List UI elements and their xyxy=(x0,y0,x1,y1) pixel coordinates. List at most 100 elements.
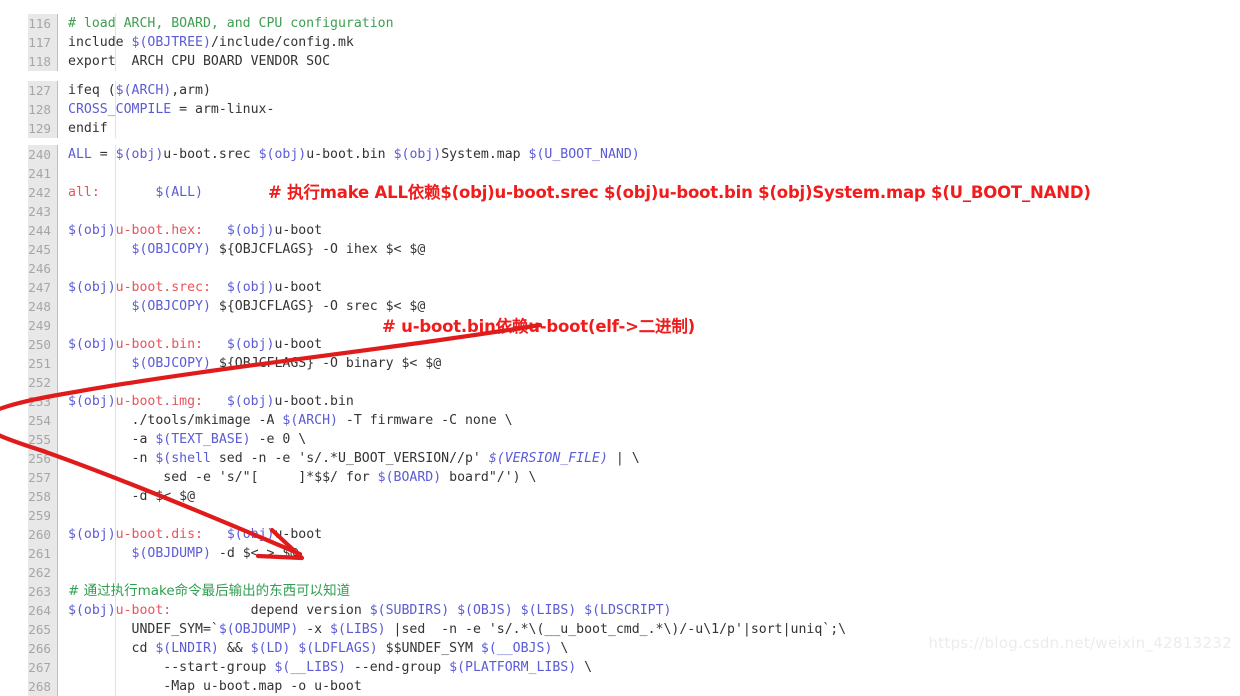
code-token: $(OBJDUMP) xyxy=(131,546,211,561)
line-number: 268 xyxy=(28,677,58,696)
code-token: $(obj) xyxy=(226,337,275,352)
line-number: 247 xyxy=(28,278,58,297)
code-token: : xyxy=(195,394,203,409)
code-token: $(obj) xyxy=(226,280,275,295)
code-token: ./tools/mkimage -A xyxy=(68,413,283,428)
code-token: UNDEF_SYM=` xyxy=(68,622,219,637)
code-token: $(shell xyxy=(155,451,211,466)
code-token: endif xyxy=(68,121,108,136)
code-token: $(obj) xyxy=(68,223,116,238)
code-text: UNDEF_SYM=`$(OBJDUMP) -x $(LIBS) |sed -n… xyxy=(58,620,847,639)
code-token: $(LIBS) xyxy=(520,603,577,618)
line-number: 254 xyxy=(28,411,58,430)
code-token: $(obj) xyxy=(258,147,307,162)
code-line: 252 xyxy=(28,373,846,392)
code-line: 259 xyxy=(28,506,846,525)
code-token: u-boot.bin xyxy=(274,394,354,409)
line-number: 263 xyxy=(28,582,58,601)
code-token: = arm-linux- xyxy=(171,102,275,117)
code-token: $(ALL) xyxy=(155,185,203,200)
code-token: \ xyxy=(552,641,569,656)
code-token: $(OBJCOPY) xyxy=(131,242,211,257)
code-text: $(obj)u-boot: depend version $(SUBDIRS) … xyxy=(58,601,846,620)
code-text: ifeq ($(ARCH),arm) xyxy=(58,81,274,100)
code-token: -e 0 \ xyxy=(250,432,307,447)
code-token: u-boot.dis xyxy=(115,527,196,542)
code-token: ${OBJCFLAGS} -O binary $< $@ xyxy=(210,356,442,371)
code-text: --start-group $(__LIBS) --end-group $(PL… xyxy=(58,658,846,677)
code-line: 267 --start-group $(__LIBS) --end-group … xyxy=(28,658,846,677)
code-token: $(VERSION_FILE) xyxy=(488,451,608,466)
code-line: 117 include $(OBJTREE)/include/config.mk xyxy=(28,33,394,52)
code-text: $(OBJCOPY) ${OBJCFLAGS} -O binary $< $@ xyxy=(58,354,846,373)
code-token: $(obj) xyxy=(68,337,116,352)
code-token: u-boot xyxy=(274,223,323,238)
code-block: 240 ALL = $(obj)u-boot.srec $(obj)u-boot.… xyxy=(28,145,846,696)
code-token: /include/config.mk xyxy=(210,35,354,50)
code-line: 250 $(obj)u-boot.bin: $(obj)u-boot xyxy=(28,335,846,354)
code-line: 268 -Map u-boot.map -o u-boot xyxy=(28,677,846,696)
code-text: $(obj)u-boot.dis: $(obj)u-boot xyxy=(58,525,846,544)
code-token: = xyxy=(91,147,116,162)
code-token: export ARCH CPU BOARD VENDOR SOC xyxy=(68,54,331,69)
code-token: $$UNDEF_SYM xyxy=(377,641,481,656)
line-number: 266 xyxy=(28,639,58,658)
line-number: 258 xyxy=(28,487,58,506)
code-token: u-boot.bin xyxy=(306,147,394,162)
code-token: u-boot xyxy=(115,603,164,618)
line-number: 250 xyxy=(28,335,58,354)
code-text: $(obj)u-boot.bin: $(obj)u-boot xyxy=(58,335,846,354)
line-number: 257 xyxy=(28,468,58,487)
line-number: 116 xyxy=(28,14,58,33)
code-token: u-boot.img xyxy=(115,394,196,409)
code-token: $(obj) xyxy=(226,223,275,238)
code-line: 247 $(obj)u-boot.srec: $(obj)u-boot xyxy=(28,278,846,297)
code-token: \ xyxy=(576,660,593,675)
line-number: 245 xyxy=(28,240,58,259)
code-token: $(obj) xyxy=(68,603,116,618)
code-token: System.map xyxy=(441,147,529,162)
code-line: 244 $(obj)u-boot.hex: $(obj)u-boot xyxy=(28,221,846,240)
line-number: 262 xyxy=(28,563,58,582)
code-text: # 通过执行make命令最后输出的东西可以知道 xyxy=(58,582,846,601)
code-token: ALL xyxy=(68,147,92,162)
code-token: -Map u-boot.map -o u-boot xyxy=(68,679,362,694)
code-line: 251 $(OBJCOPY) ${OBJCFLAGS} -O binary $<… xyxy=(28,354,846,373)
code-token: u-boot.srec xyxy=(115,280,203,295)
code-text: CROSS_COMPILE = arm-linux- xyxy=(58,100,274,119)
code-line: 118 export ARCH CPU BOARD VENDOR SOC xyxy=(28,52,394,71)
code-line: 258 -d $< $@ xyxy=(28,487,846,506)
code-rows: 240 ALL = $(obj)u-boot.srec $(obj)u-boot.… xyxy=(28,145,846,696)
code-text: endif xyxy=(58,119,274,138)
line-number: 252 xyxy=(28,373,58,392)
code-token: $(LNDIR) xyxy=(155,641,219,656)
code-token: $(obj) xyxy=(226,527,275,542)
code-line: 245 $(OBJCOPY) ${OBJCFLAGS} -O ihex $< $… xyxy=(28,240,846,259)
code-token: $(obj) xyxy=(68,280,116,295)
code-text: include $(OBJTREE)/include/config.mk xyxy=(58,33,394,52)
code-token: -d $< > $@ xyxy=(210,546,299,561)
indent-guide xyxy=(115,14,116,71)
indent-guide xyxy=(115,145,116,696)
code-token: $(OBJS) xyxy=(457,603,513,618)
line-number: 242 xyxy=(28,183,58,202)
code-token: all: xyxy=(68,185,100,200)
code-token: && xyxy=(218,641,251,656)
code-token: |sed -n -e 's/.*\(__u_boot_cmd_.*\)/-u\1… xyxy=(385,622,847,637)
line-number: 240 xyxy=(28,145,58,164)
code-token: cd xyxy=(68,641,156,656)
code-line: 265 UNDEF_SYM=`$(OBJDUMP) -x $(LIBS) |se… xyxy=(28,620,846,639)
code-text: ALL = $(obj)u-boot.srec $(obj)u-boot.bin… xyxy=(58,145,846,164)
code-token: board"/') \ xyxy=(441,470,537,485)
annotation-uboot-bin: # u-boot.bin依赖u-boot(elf->二进制) xyxy=(382,317,695,336)
code-line: 240 ALL = $(obj)u-boot.srec $(obj)u-boot.… xyxy=(28,145,846,164)
code-token: | \ xyxy=(607,451,640,466)
